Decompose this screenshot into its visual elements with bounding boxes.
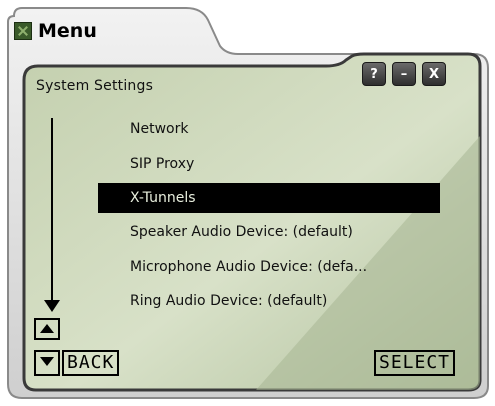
scroll-indicator-arrow-icon [44,300,60,312]
screen-title: System Settings [36,78,154,94]
scroll-up-button[interactable] [34,318,60,340]
minimize-button[interactable]: – [392,62,416,86]
help-icon: ? [370,66,378,82]
app-icon [14,22,32,40]
menu-item-microphone-audio-device[interactable]: Microphone Audio Device: (defa... [98,250,440,285]
menu-item-ring-audio-device[interactable]: Ring Audio Device: (default) [98,284,440,319]
settings-menu-list: Network SIP Proxy X-Tunnels Speaker Audi… [98,112,440,319]
scroll-indicator-line [51,118,53,306]
menu-item-sip-proxy[interactable]: SIP Proxy [98,147,440,182]
close-icon: X [428,66,440,82]
select-button[interactable]: SELECT [374,350,456,376]
minimize-icon: – [400,66,408,82]
arrow-up-icon [40,324,54,333]
close-button[interactable]: X [422,62,446,86]
arrow-down-icon [40,357,54,366]
help-button[interactable]: ? [362,62,386,86]
menu-item-network[interactable]: Network [98,112,440,147]
menu-item-x-tunnels[interactable]: X-Tunnels [98,183,440,213]
back-button[interactable]: BACK [62,350,120,376]
app-title-text: Menu [38,20,97,42]
menu-item-speaker-audio-device[interactable]: Speaker Audio Device: (default) [98,215,440,250]
app-title: Menu [14,20,97,42]
scroll-down-button[interactable] [34,350,60,376]
